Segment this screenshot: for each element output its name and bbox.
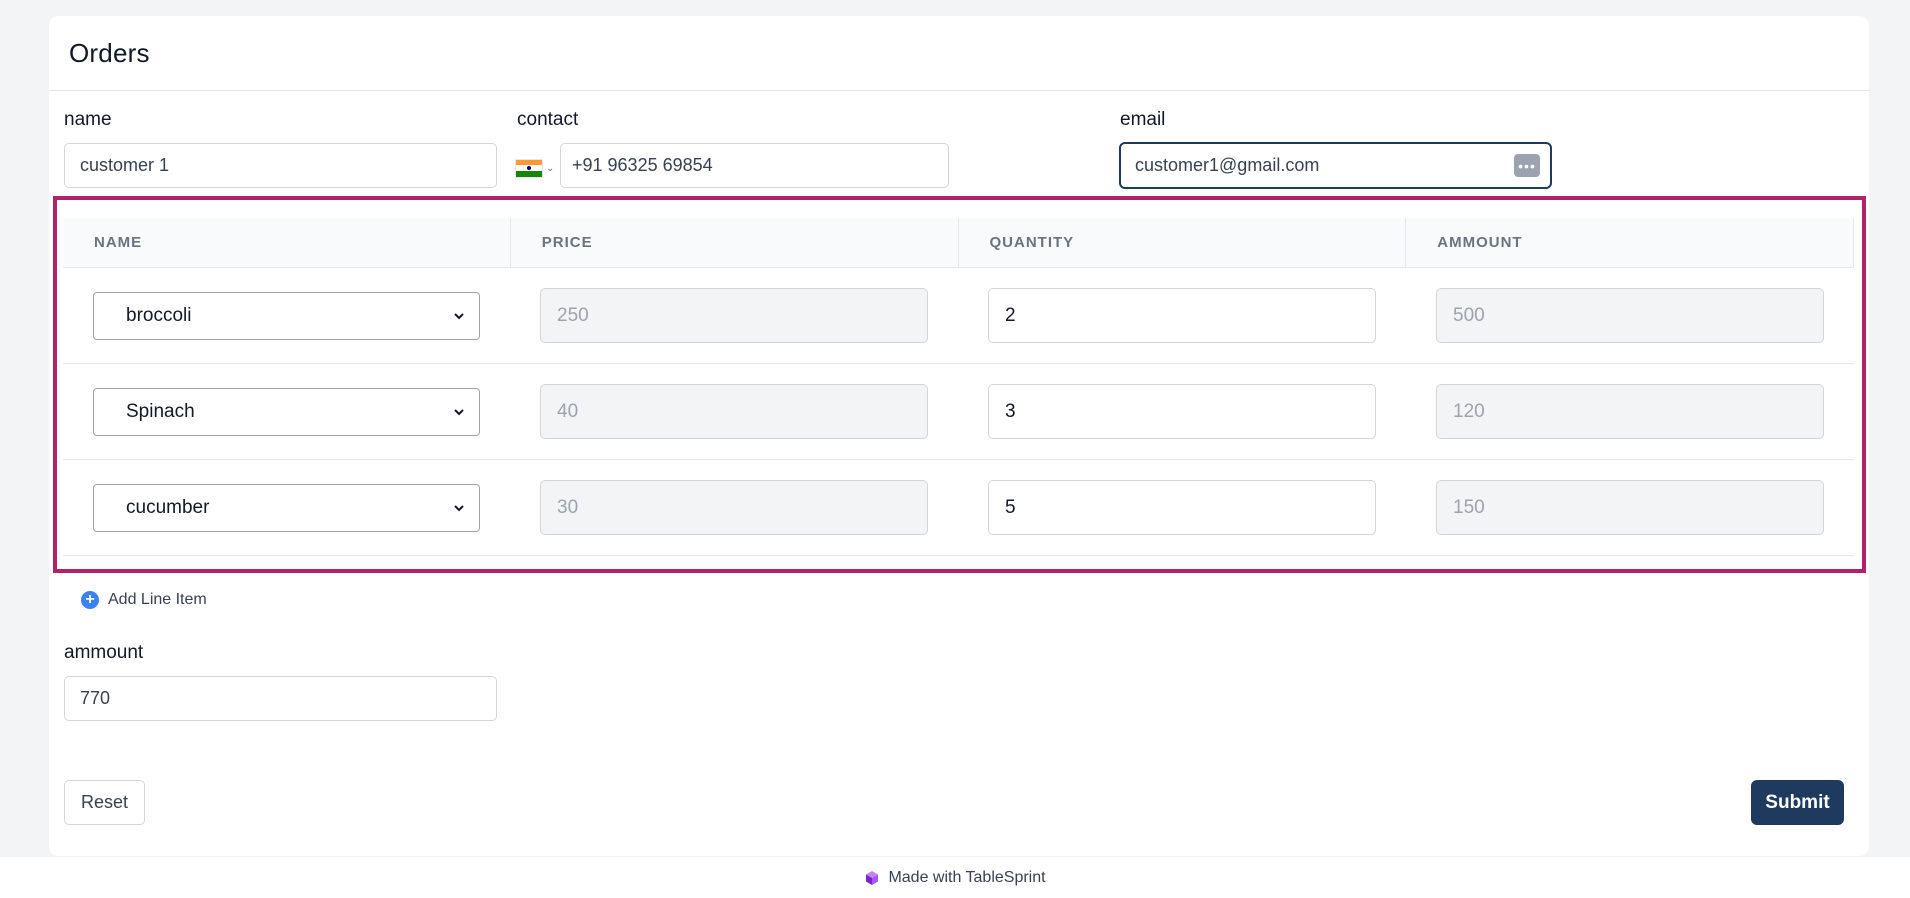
table-header: NAME PRICE QUANTITY AMMOUNT (63, 218, 1854, 268)
footer: Made with TableSprint (0, 857, 1910, 898)
product-select[interactable]: broccoli (93, 291, 480, 340)
product-select-value: broccoli (126, 304, 192, 326)
quantity-input[interactable]: 5 (988, 480, 1376, 535)
email-field: ••• (1119, 142, 1552, 189)
product-select-value: cucumber (126, 496, 210, 518)
price-input: 250 (540, 288, 928, 343)
submit-button[interactable]: Submit (1751, 780, 1844, 825)
country-selector[interactable]: ⌄ (515, 157, 559, 179)
tablesprint-logo-icon (866, 870, 879, 885)
column-header-quantity: QUANTITY (959, 218, 1407, 267)
ammount-label: ammount (64, 642, 144, 663)
autofill-dots-icon[interactable]: ••• (1514, 154, 1540, 177)
email-label: email (1120, 109, 1166, 130)
india-flag-icon (515, 158, 543, 178)
product-select[interactable]: cucumber (93, 483, 480, 532)
email-input[interactable] (1121, 144, 1550, 187)
price-input: 40 (540, 384, 928, 439)
product-select[interactable]: Spinach (93, 387, 480, 436)
chevron-down-icon (454, 408, 464, 415)
quantity-input[interactable]: 3 (988, 384, 1376, 439)
column-header-ammount: AMMOUNT (1406, 218, 1854, 267)
chevron-down-icon (454, 504, 464, 511)
column-header-name: NAME (63, 218, 511, 267)
footer-text[interactable]: Made with TableSprint (888, 869, 1045, 887)
card-header: Orders (49, 16, 1869, 91)
chevron-down-icon: ⌄ (546, 162, 555, 174)
line-items-table: NAME PRICE QUANTITY AMMOUNT broccoli 250… (63, 218, 1854, 556)
add-line-item-label: Add Line Item (108, 591, 207, 608)
table-row: Spinach 40 3 120 (63, 364, 1854, 460)
reset-button[interactable]: Reset (64, 780, 145, 825)
price-input: 30 (540, 480, 928, 535)
table-row: broccoli 250 2 500 (63, 268, 1854, 364)
ammount-input: 150 (1436, 480, 1824, 535)
ammount-input: 500 (1436, 288, 1824, 343)
ammount-input-total[interactable] (64, 676, 497, 721)
table-row: cucumber 30 5 150 (63, 460, 1854, 556)
add-line-item-button[interactable]: + Add Line Item (81, 591, 207, 609)
plus-circle-icon: + (81, 591, 99, 609)
product-select-value: Spinach (126, 400, 195, 422)
quantity-input[interactable]: 2 (988, 288, 1376, 343)
ammount-input: 120 (1436, 384, 1824, 439)
contact-phone-input[interactable] (560, 143, 949, 188)
name-input[interactable] (64, 143, 497, 188)
contact-label: contact (517, 109, 579, 130)
chevron-down-icon (454, 312, 464, 319)
name-label: name (64, 109, 112, 130)
page-title: Orders (69, 38, 150, 68)
column-header-price: PRICE (511, 218, 959, 267)
